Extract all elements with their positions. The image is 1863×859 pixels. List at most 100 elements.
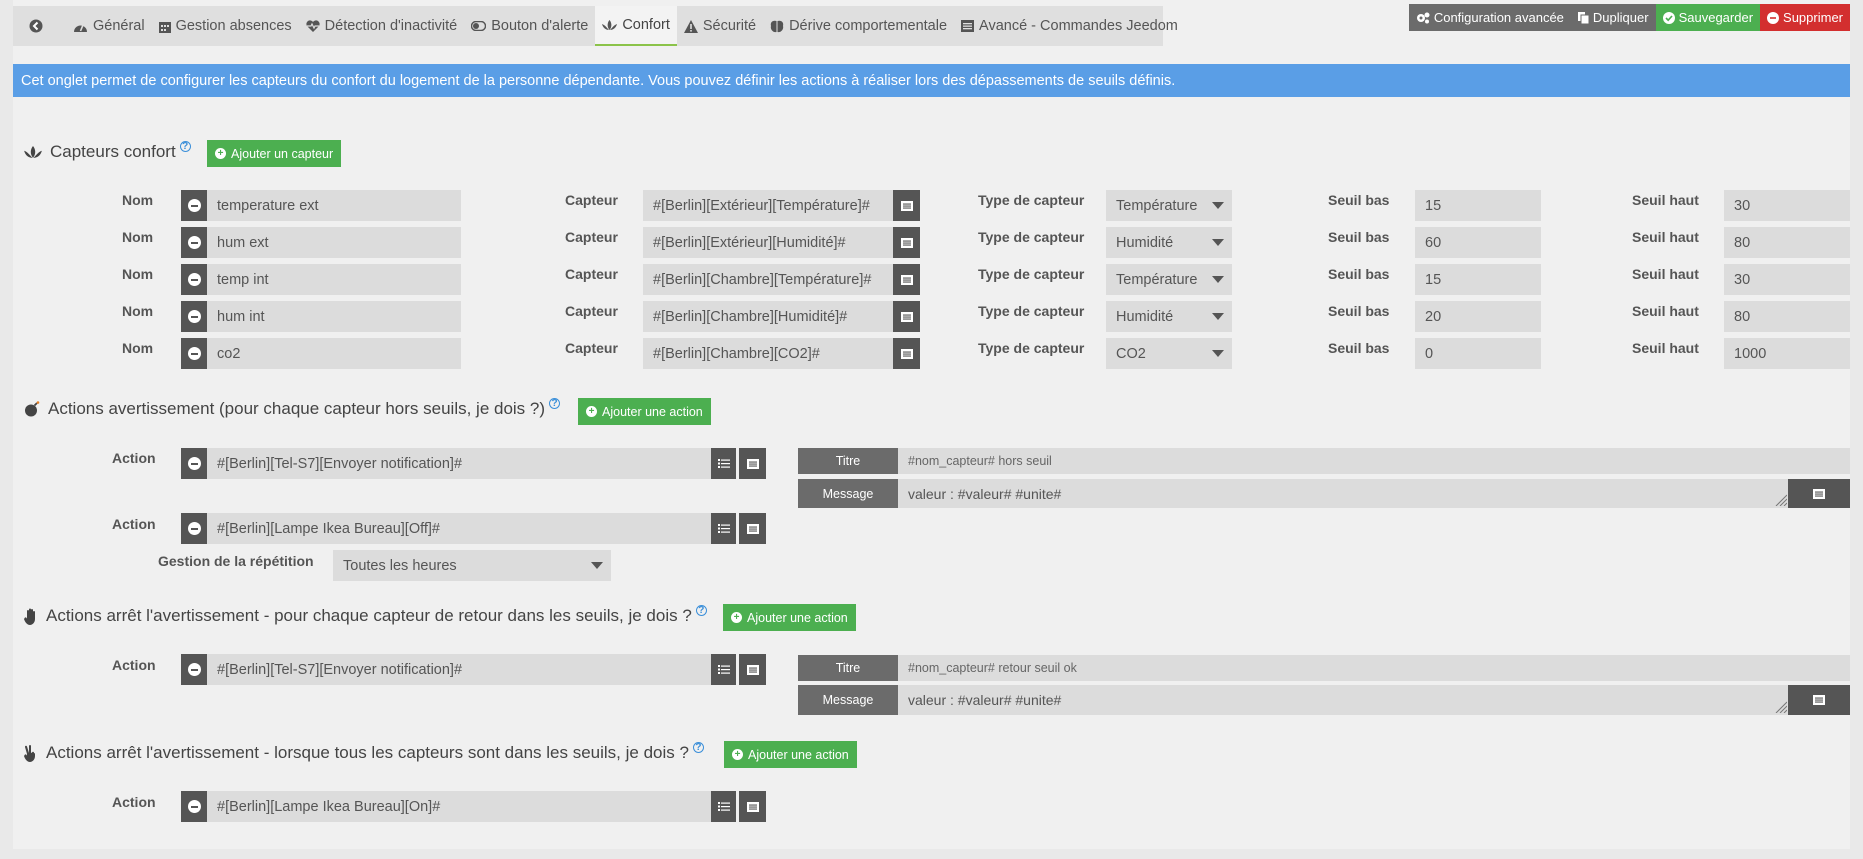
seuil-haut-field[interactable]: 1000 [1724,338,1850,369]
tab-bouton-alerte[interactable]: Bouton d'alerte [464,6,595,46]
select-message-button[interactable] [1788,479,1850,508]
message-field[interactable]: valeur : #valeur# #unite# [898,685,1788,715]
plus-circle-icon: + [586,406,597,417]
tab-inactivite[interactable]: Détection d'inactivité [299,6,465,46]
seuil-bas-field[interactable]: 15 [1415,190,1541,221]
action-cmd-field[interactable]: #[Berlin][Tel-S7][Envoyer notification]# [207,448,711,479]
remove-sensor-button[interactable] [181,301,207,332]
remove-action-button[interactable] [181,448,207,479]
remove-action-button[interactable] [181,791,207,822]
resize-handle-icon[interactable] [1775,494,1787,506]
sensor-name-field[interactable]: temperature ext [207,190,461,221]
select-cmd-button[interactable] [739,654,766,685]
add-stop-all-action-button[interactable]: + Ajouter une action [724,741,857,768]
titre-label: Titre [798,448,898,474]
sauvegarder-button[interactable]: Sauvegarder [1655,4,1761,31]
repetition-select[interactable]: Toutes les heures [333,550,611,581]
help-icon[interactable]: ? [692,741,704,753]
select-sensor-cmd-button[interactable] [893,227,920,258]
remove-action-button[interactable] [181,654,207,685]
config-avancee-button[interactable]: Configuration avancée [1408,4,1571,31]
remove-sensor-button[interactable] [181,190,207,221]
capteur-label: Capteur [565,340,618,356]
tab-absences[interactable]: Gestion absences [152,6,299,46]
select-sensor-cmd-button[interactable] [893,338,920,369]
copy-icon [1577,11,1589,24]
remove-sensor-button[interactable] [181,227,207,258]
sensor-cmd-field[interactable]: #[Berlin][Extérieur][Humidité]# [643,227,893,258]
sensor-name-field[interactable]: hum int [207,301,461,332]
seuil-haut-field[interactable]: 30 [1724,190,1850,221]
titre-field[interactable]: #nom_capteur# hors seuil [898,448,1850,474]
type-label: Type de capteur [978,229,1085,245]
tab-label: Bouton d'alerte [491,18,589,34]
tab-general[interactable]: Général [66,6,152,46]
tab-derive[interactable]: Dérive comportementale [763,6,954,46]
help-icon[interactable]: ? [549,397,561,409]
minus-icon [187,199,201,212]
select-cmd-button[interactable] [739,513,766,544]
titre-field[interactable]: #nom_capteur# retour seuil ok [898,655,1850,681]
sensor-type-select[interactable]: Température [1106,264,1232,295]
select-action-button[interactable] [711,513,736,544]
brain-icon [770,20,784,32]
select-action-button[interactable] [711,448,736,479]
action-cmd-field[interactable]: #[Berlin][Tel-S7][Envoyer notification]# [207,654,711,685]
sensor-type-select[interactable]: Humidité [1106,301,1232,332]
sensor-name-field[interactable]: co2 [207,338,461,369]
select-message-button[interactable] [1788,685,1850,715]
select-sensor-cmd-button[interactable] [893,264,920,295]
select-cmd-button[interactable] [739,448,766,479]
plus-circle-icon: + [732,749,743,760]
remove-sensor-button[interactable] [181,338,207,369]
sensor-cmd-field[interactable]: #[Berlin][Chambre][CO2]# [643,338,893,369]
select-sensor-cmd-button[interactable] [893,301,920,332]
add-warning-action-button[interactable]: + Ajouter une action [578,398,711,425]
main-panel [13,0,1850,849]
remove-sensor-button[interactable] [181,264,207,295]
remove-action-button[interactable] [181,513,207,544]
lotus-icon [602,19,618,30]
add-sensor-button[interactable]: + Ajouter un capteur [207,140,342,167]
help-icon[interactable]: ? [179,140,191,152]
dupliquer-button[interactable]: Dupliquer [1570,4,1656,31]
tab-label: Dérive comportementale [789,18,948,34]
capteur-label: Capteur [565,303,618,319]
sensor-type-select[interactable]: CO2 [1106,338,1232,369]
supprimer-button[interactable]: Supprimer [1760,4,1850,31]
dashboard-icon [74,24,87,32]
action-cmd-field[interactable]: #[Berlin][Lampe Ikea Bureau][Off]# [207,513,711,544]
add-stop-each-action-button[interactable]: + Ajouter une action [723,604,856,631]
help-icon[interactable]: ? [695,604,707,616]
seuil-bas-field[interactable]: 60 [1415,227,1541,258]
sensor-type-select[interactable]: Température [1106,190,1232,221]
select-action-button[interactable] [711,791,736,822]
seuil-bas-field[interactable]: 15 [1415,264,1541,295]
capteur-label: Capteur [565,229,618,245]
seuil-bas-field[interactable]: 20 [1415,301,1541,332]
tab-back[interactable] [13,6,66,46]
minus-icon [187,457,201,470]
tab-securite[interactable]: Sécurité [677,6,763,46]
seuil-haut-field[interactable]: 80 [1724,227,1850,258]
sensor-name-field[interactable]: hum ext [207,227,461,258]
sensor-type-select[interactable]: Humidité [1106,227,1232,258]
sensor-cmd-field[interactable]: #[Berlin][Chambre][Température]# [643,264,893,295]
sensor-cmd-field[interactable]: #[Berlin][Extérieur][Température]# [643,190,893,221]
action-cmd-field[interactable]: #[Berlin][Lampe Ikea Bureau][On]# [207,791,711,822]
message-label: Message [798,685,898,715]
select-cmd-button[interactable] [739,791,766,822]
message-field[interactable]: valeur : #valeur# #unite# [898,479,1788,508]
sensor-name-field[interactable]: temp int [207,264,461,295]
seuil-haut-field[interactable]: 30 [1724,264,1850,295]
resize-handle-icon[interactable] [1775,701,1787,713]
sensor-cmd-field[interactable]: #[Berlin][Chambre][Humidité]# [643,301,893,332]
seuil-bas-field[interactable]: 0 [1415,338,1541,369]
tab-confort[interactable]: Confort [595,6,677,46]
select-action-button[interactable] [711,654,736,685]
seuil-haut-field[interactable]: 80 [1724,301,1850,332]
seuil-bas-label: Seuil bas [1328,229,1390,245]
action-label: Action [112,450,156,466]
tab-avance[interactable]: Avancé - Commandes Jeedom [954,6,1185,46]
select-sensor-cmd-button[interactable] [893,190,920,221]
